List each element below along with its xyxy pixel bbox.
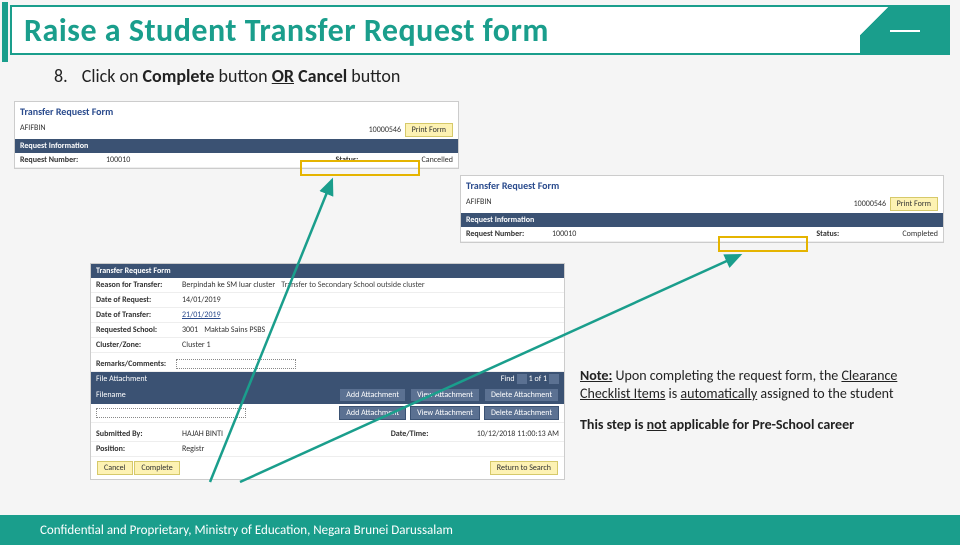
request-number-value: 100010 [552,229,576,239]
cancel-button[interactable]: Cancel [97,461,133,475]
screenshot-completed: Transfer Request Form AFIFBIN 10000546 P… [460,175,944,243]
section-request-info: Request Information [461,213,943,227]
view-attachment-button[interactable]: View Attachment [410,406,480,420]
student-id-label: AFIFBIN [466,197,492,211]
add-attachment-button[interactable]: Add Attachment [339,406,406,420]
school-code: 3001 [182,325,198,335]
page-title: Raise a Student Transfer Request form [24,11,549,50]
nav-next-icon[interactable] [549,374,559,384]
form-title: Transfer Request Form [91,264,564,278]
file-attachment-header: File Attachment [96,374,147,384]
cluster-label: Cluster/Zone: [96,340,176,350]
status-value-completed: Completed [902,229,938,239]
remarks-input[interactable] [176,359,296,369]
request-number-label: Request Number: [20,155,100,165]
student-id-value: 10000546 [854,199,886,209]
print-form-button[interactable]: Print Form [405,123,453,137]
student-id-label: AFIFBIN [20,123,46,137]
status-value-cancelled: Cancelled [421,155,453,165]
view-attachment-button[interactable]: View Attachment [410,388,480,402]
datetime-label: Date/Time: [391,429,471,439]
submitted-by-value: HAJAH BINTI [182,429,223,439]
status-label: Status: [335,155,415,165]
filename-input[interactable] [96,408,246,418]
screenshot-cancelled: Transfer Request Form AFIFBIN 10000546 P… [14,101,459,169]
request-number-label: Request Number: [466,229,546,239]
remarks-label: Remarks/Comments: [96,359,176,369]
cluster-value: Cluster 1 [182,340,211,350]
footer-bar: Confidential and Proprietary, Ministry o… [0,515,960,545]
filename-header: Filename [96,390,126,400]
step-text: Click on Complete button OR Cancel butto… [82,65,401,87]
datetime-value: 10/12/2018 11:00:13 AM [477,429,559,439]
step-instruction: 8. Click on Complete button OR Cancel bu… [54,65,960,87]
submitted-by-label: Submitted By: [96,429,176,439]
complete-button[interactable]: Complete [134,461,179,475]
reason-desc: Transfer to Secondary School outside clu… [281,280,424,290]
position-value: Registr [182,444,204,454]
status-label: Status: [816,229,896,239]
form-title: Transfer Request Form [15,102,458,121]
screenshot-detail-form: Transfer Request Form Reason for Transfe… [90,263,565,480]
date-transfer-value: 21/01/2019 [182,310,221,320]
find-link[interactable]: Find [501,374,515,384]
form-title: Transfer Request Form [461,176,943,195]
student-id-value: 10000546 [369,125,401,135]
delete-attachment-button[interactable]: Delete Attachment [484,388,559,402]
date-transfer-label: Date of Transfer: [96,310,176,320]
title-bar: Raise a Student Transfer Request form [10,5,950,55]
nav-prev-icon[interactable] [517,374,527,384]
reason-label: Reason for Transfer: [96,280,176,290]
section-request-info: Request Information [15,139,458,153]
date-request-label: Date of Request: [96,295,176,305]
delete-attachment-button[interactable]: Delete Attachment [484,406,559,420]
position-label: Position: [96,444,176,454]
school-label: Requested School: [96,325,176,335]
print-form-button[interactable]: Print Form [890,197,938,211]
date-request-value: 14/01/2019 [182,295,221,305]
title-decor [860,7,950,53]
reason-value: Berpindah ke SM luar cluster [182,280,275,290]
pager-text: 1 of 1 [529,374,547,384]
return-to-search-button[interactable]: Return to Search [490,461,558,475]
add-attachment-button[interactable]: Add Attachment [339,388,406,402]
step-number: 8. [54,65,68,87]
footer-text: Confidential and Proprietary, Ministry o… [40,523,453,538]
note-block: Note: Upon completing the request form, … [580,367,930,448]
request-number-value: 100010 [106,155,130,165]
school-name: Maktab Sains PSBS [204,325,265,335]
